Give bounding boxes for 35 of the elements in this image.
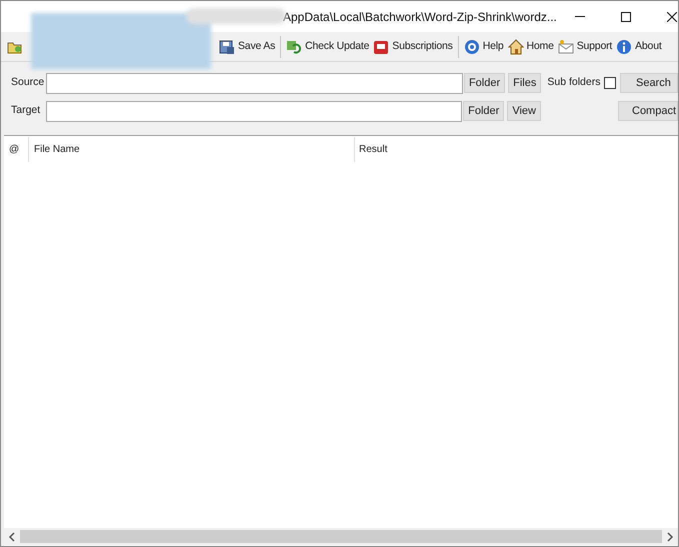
window-title: AppData\Local\Batchwork\Word-Zip-Shrink\wordz... <box>283 8 557 26</box>
view-button[interactable]: View <box>507 101 541 121</box>
folder-button[interactable]: Folder <box>464 73 506 93</box>
compact-button[interactable]: Compact <box>618 101 678 121</box>
toolbar-button[interactable]: Subscriptions <box>371 34 455 58</box>
files-button[interactable]: Files <box>508 73 542 93</box>
toolbar-button[interactable]: Support <box>556 34 614 58</box>
envelope-icon <box>558 38 574 54</box>
scrollbar-thumb[interactable] <box>20 530 662 543</box>
path-field[interactable] <box>46 100 462 122</box>
search-button[interactable]: Search <box>620 73 678 93</box>
checkbox[interactable] <box>604 77 616 89</box>
info-icon <box>616 38 632 54</box>
horizontal-scrollbar[interactable] <box>4 528 678 545</box>
column-header[interactable]: @ <box>4 137 29 162</box>
home-icon <box>508 38 524 54</box>
path-field[interactable] <box>46 72 463 94</box>
scroll-left-icon[interactable] <box>8 532 16 542</box>
close-icon <box>666 12 677 22</box>
toolbar-button[interactable]: About <box>614 34 664 58</box>
field-label: Source <box>10 75 46 90</box>
minimize-icon <box>574 16 585 17</box>
toolbar-button[interactable]: Save As <box>217 34 278 58</box>
checkbox-label: Sub folders <box>547 75 600 90</box>
maximize-icon <box>620 12 631 22</box>
toolbar-button[interactable]: Help <box>462 34 506 58</box>
field-label: Target <box>10 103 42 118</box>
folder-button[interactable]: Folder <box>463 101 504 121</box>
floppy-icon <box>219 38 235 54</box>
toolbar-button[interactable]: Check Update <box>284 34 372 58</box>
column-header[interactable]: File Name <box>29 137 355 162</box>
column-header[interactable]: Result <box>355 137 388 162</box>
refresh-icon <box>286 38 302 54</box>
scroll-right-icon[interactable] <box>666 532 674 542</box>
toolbar-button[interactable]: Home <box>506 34 556 58</box>
